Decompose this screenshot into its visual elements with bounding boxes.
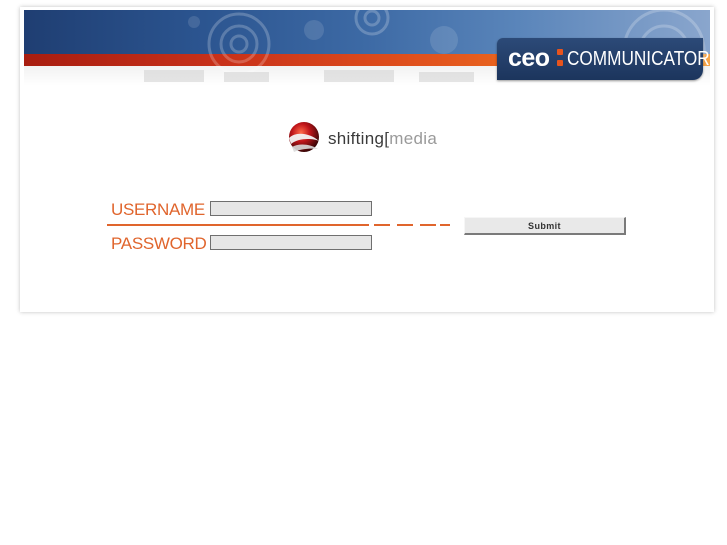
company-logo: shifting[media [286, 121, 446, 157]
password-input[interactable] [210, 235, 372, 250]
company-logo-accent: media [389, 129, 438, 148]
password-label: PASSWORD [111, 234, 207, 253]
product-logo-colon-icon [557, 47, 563, 68]
form-divider-dash [440, 224, 450, 226]
submit-button[interactable]: Submit [464, 217, 626, 235]
form-divider-dash [374, 224, 390, 226]
company-logo-name: shifting [328, 129, 385, 148]
product-logo-prefix: ceo [508, 44, 550, 72]
form-divider-dash [420, 224, 436, 226]
login-card: ceo COMMUNICATOR shifting[media USERNAME [20, 7, 714, 312]
globe-swirl-icon [289, 122, 319, 152]
form-divider-dash [397, 224, 413, 226]
header-banner: ceo COMMUNICATOR [24, 10, 710, 86]
form-divider-line [107, 224, 369, 226]
product-logo-suffix: COMMUNICATOR [567, 48, 710, 70]
username-label: USERNAME [111, 200, 205, 219]
company-logo-text: shifting[media [328, 129, 437, 149]
username-input[interactable] [210, 201, 372, 216]
product-logo: ceo COMMUNICATOR [497, 38, 710, 80]
